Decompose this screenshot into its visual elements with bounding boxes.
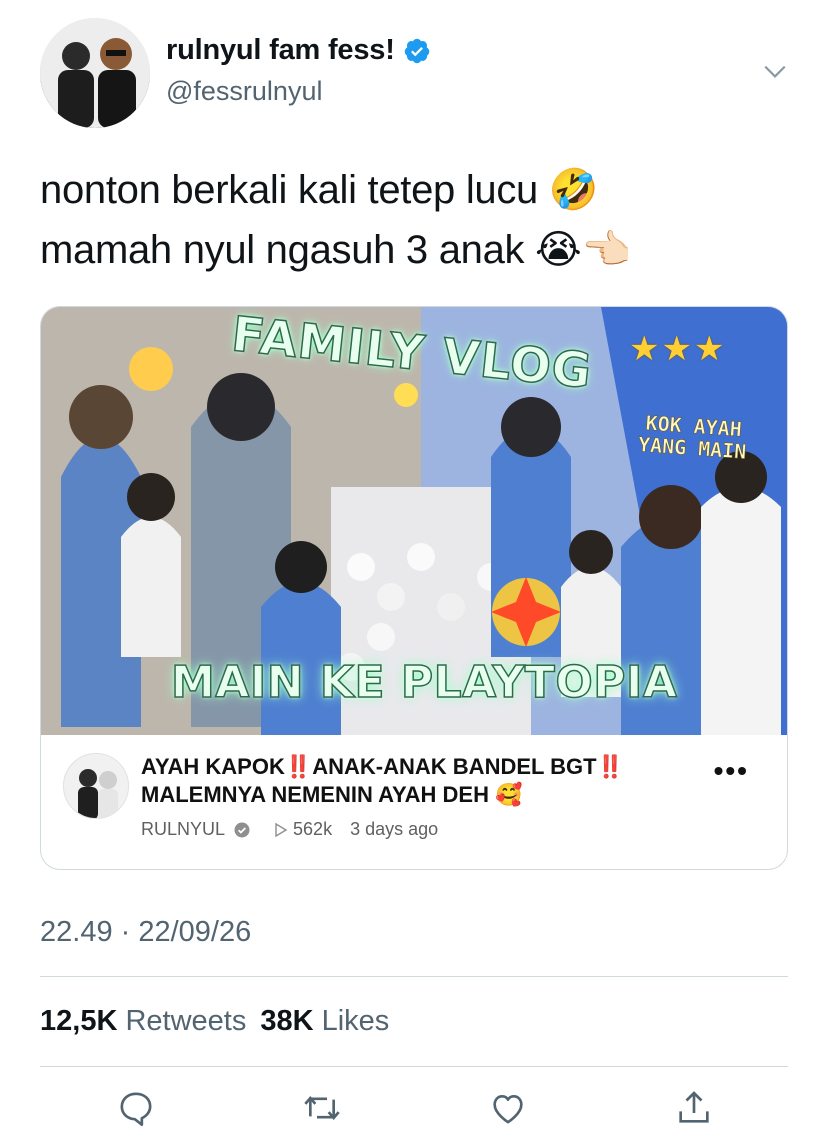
thumbnail-note: KOK AYAH YANG MAIN	[637, 410, 748, 464]
view-count: 562k	[273, 819, 332, 840]
video-title[interactable]: AYAH KAPOK‼️ANAK-ANAK BANDEL BGT‼️ MALEM…	[141, 753, 701, 809]
youtube-link-card[interactable]: FAMILY VLOG ★★★ KOK AYAH YANG MAIN MAIN …	[40, 306, 788, 870]
retweets-count: 12,5K	[40, 1005, 118, 1037]
video-title-line: AYAH KAPOK‼️ANAK-ANAK BANDEL BGT‼️	[141, 754, 625, 779]
thumbnail-subheadline: MAIN KE PLAYTOPIA	[170, 656, 678, 709]
likes-label: Likes	[321, 1005, 390, 1037]
divider	[40, 1066, 788, 1067]
name-row: rulnyul fam fess!	[166, 34, 431, 67]
tweet-text-line: nonton berkali kali tetep lucu 🤣	[40, 168, 599, 212]
tweet-text-line: mamah nyul ngasuh 3 anak 😭👈🏻	[40, 228, 631, 272]
channel-verified-icon	[234, 822, 250, 837]
video-meta: AYAH KAPOK‼️ANAK-ANAK BANDEL BGT‼️ MALEM…	[41, 735, 787, 869]
chevron-down-icon[interactable]	[762, 58, 788, 84]
tweet-stats: 12,5K Retweets 38K Likes	[40, 1005, 389, 1038]
reply-icon[interactable]	[116, 1088, 156, 1128]
retweets-label: Retweets	[125, 1005, 247, 1037]
likes-count: 38K	[260, 1005, 314, 1037]
verified-badge-icon	[404, 38, 429, 63]
thumbnail-stars: ★★★	[629, 330, 727, 368]
tweet-timestamp[interactable]: 22.49 · 22/09/26	[40, 916, 251, 949]
retweet-icon[interactable]	[302, 1088, 342, 1128]
tweet-header: rulnyul fam fess! @fessrulnyul	[40, 18, 800, 130]
display-name[interactable]: rulnyul fam fess!	[166, 34, 395, 67]
channel-name[interactable]: RULNYUL	[141, 819, 225, 840]
likes-stat[interactable]: 38K Likes	[260, 1005, 389, 1038]
more-options-button[interactable]: •••	[714, 755, 749, 787]
profile-avatar[interactable]	[40, 18, 150, 128]
divider	[40, 976, 788, 977]
channel-row: RULNYUL 562k 3 days ago	[141, 819, 438, 840]
channel-avatar[interactable]	[63, 753, 129, 819]
tweet-actions	[40, 1082, 788, 1134]
video-thumbnail[interactable]: FAMILY VLOG ★★★ KOK AYAH YANG MAIN MAIN …	[41, 307, 787, 735]
share-icon[interactable]	[674, 1088, 714, 1128]
play-icon	[275, 822, 288, 837]
posted-time: 3 days ago	[350, 819, 439, 839]
tweet-text: nonton berkali kali tetep lucu 🤣 mamah n…	[40, 160, 790, 280]
views-text: 562k	[293, 819, 333, 839]
heart-icon[interactable]	[488, 1088, 528, 1128]
video-title-line: MALEMNYA NEMENIN AYAH DEH 🥰	[141, 782, 523, 807]
retweets-stat[interactable]: 12,5K Retweets	[40, 1005, 246, 1038]
handle[interactable]: @fessrulnyul	[166, 76, 322, 107]
